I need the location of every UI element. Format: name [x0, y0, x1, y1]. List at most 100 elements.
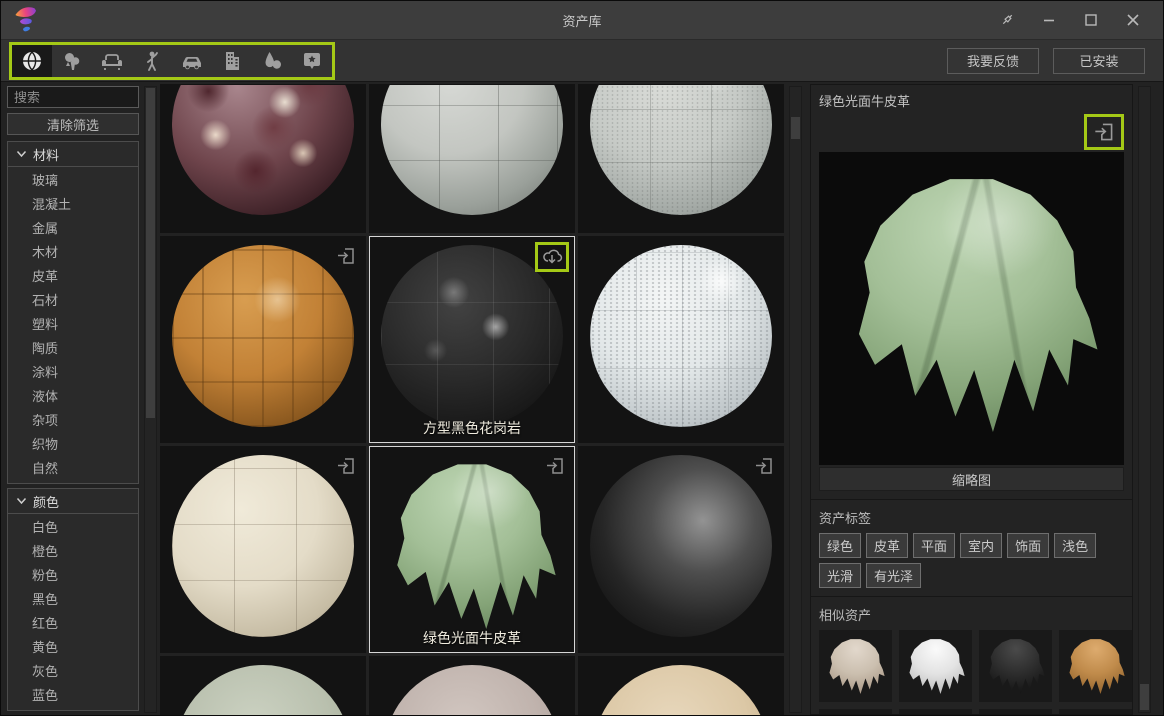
- sidebar-item-stone[interactable]: 石材: [8, 289, 138, 313]
- sidebar-scrollbar[interactable]: [144, 86, 157, 713]
- download-asset-icon-highlighted[interactable]: [535, 242, 569, 272]
- asset-tile-cream-tile[interactable]: [160, 446, 366, 653]
- asset-tile-beige-plaster[interactable]: [578, 656, 784, 715]
- similar-asset-tan-cloth[interactable]: [1059, 630, 1132, 702]
- category-primitives-drop-icon[interactable]: [252, 45, 292, 77]
- sidebar-item-liquid[interactable]: 液体: [8, 385, 138, 409]
- asset-tile-perforated-white[interactable]: [578, 236, 784, 443]
- search-input[interactable]: [7, 86, 139, 108]
- sidebar-scrollbar-thumb[interactable]: [146, 88, 155, 418]
- asset-tile-red-marble[interactable]: [160, 84, 366, 233]
- asset-tile-black-granite[interactable]: 方型黑色花岗岩: [369, 236, 575, 443]
- minimize-icon[interactable]: [1035, 7, 1063, 33]
- material-sphere: [381, 245, 563, 427]
- material-sphere: [172, 245, 354, 427]
- sidebar-item-misc[interactable]: 杂项: [8, 409, 138, 433]
- asset-tile-speckled-gray[interactable]: [578, 84, 784, 233]
- import-asset-icon[interactable]: [541, 452, 569, 480]
- chevron-down-icon: [16, 497, 27, 505]
- category-vehicle-car-icon[interactable]: [172, 45, 212, 77]
- sidebar-item-concrete[interactable]: 混凝土: [8, 193, 138, 217]
- material-sphere: [590, 245, 772, 427]
- tag-finish[interactable]: 饰面: [1007, 533, 1049, 558]
- import-asset-icon[interactable]: [332, 242, 360, 270]
- detail-scrollbar-thumb[interactable]: [1140, 684, 1149, 710]
- asset-tile-black-matte[interactable]: [578, 446, 784, 653]
- sidebar-item-plastic[interactable]: 塑料: [8, 313, 138, 337]
- asset-tile-label: 绿色光面牛皮革: [370, 628, 574, 648]
- similar-asset-brown-cloth[interactable]: [819, 709, 892, 715]
- close-icon[interactable]: [1119, 7, 1147, 33]
- tag-indoor[interactable]: 室内: [960, 533, 1002, 558]
- tag-glossy[interactable]: 有光泽: [866, 563, 921, 588]
- tags-heading: 资产标签: [819, 508, 1124, 527]
- similar-assets-grid: [819, 630, 1124, 715]
- category-character-person-icon[interactable]: [132, 45, 172, 77]
- asset-tile-sage-plaster[interactable]: [160, 656, 366, 715]
- similar-asset-beige-cloth[interactable]: [819, 630, 892, 702]
- color-items: 白色 橙色 粉色 黑色 红色 黄色 灰色 蓝色: [8, 514, 138, 710]
- similar-asset-yellow-cloth[interactable]: [979, 709, 1052, 715]
- sidebar-item-red[interactable]: 红色: [8, 612, 138, 636]
- sidebar-item-wood[interactable]: 木材: [8, 241, 138, 265]
- sidebar-item-nature[interactable]: 自然: [8, 457, 138, 481]
- similar-asset-rose-cloth[interactable]: [1059, 709, 1132, 715]
- category-building-icon[interactable]: [212, 45, 252, 77]
- sidebar-item-glass[interactable]: 玻璃: [8, 169, 138, 193]
- asset-tile-wood-parquet[interactable]: [160, 236, 366, 443]
- cloth-thumb: [1065, 638, 1127, 694]
- sidebar-item-white[interactable]: 白色: [8, 516, 138, 540]
- asset-tags: 绿色 皮革 平面 室内 饰面 浅色 光滑 有光泽: [819, 533, 1124, 588]
- feedback-button[interactable]: 我要反馈: [947, 48, 1039, 74]
- window-controls: [993, 7, 1163, 33]
- sidebar-item-orange[interactable]: 橙色: [8, 540, 138, 564]
- cloth-thumb: [985, 638, 1047, 694]
- tag-light[interactable]: 浅色: [1054, 533, 1096, 558]
- divider: [811, 499, 1132, 500]
- sidebar-item-leather[interactable]: 皮革: [8, 265, 138, 289]
- sidebar-item-black[interactable]: 黑色: [8, 588, 138, 612]
- sidebar-item-fabric[interactable]: 织物: [8, 433, 138, 457]
- sidebar-item-ceramic[interactable]: 陶质: [8, 337, 138, 361]
- category-materials-sphere-icon[interactable]: [12, 45, 52, 77]
- material-sphere: [590, 84, 772, 215]
- material-sphere: [172, 84, 354, 215]
- similar-asset-quilted-sphere[interactable]: [899, 709, 972, 715]
- material-section-header[interactable]: 材料: [8, 142, 138, 167]
- sidebar-item-metal[interactable]: 金属: [8, 217, 138, 241]
- color-section-header[interactable]: 颜色: [8, 489, 138, 514]
- asset-tile-mauve-plaster[interactable]: [369, 656, 575, 715]
- grid-scrollbar-thumb[interactable]: [791, 117, 800, 139]
- category-decal-icon[interactable]: [292, 45, 332, 77]
- sidebar-item-gray[interactable]: 灰色: [8, 660, 138, 684]
- import-asset-icon[interactable]: [750, 452, 778, 480]
- twinmotion-logo-icon: [9, 3, 43, 37]
- similar-asset-black-cloth[interactable]: [979, 630, 1052, 702]
- material-items: 玻璃 混凝土 金属 木材 皮革 石材 塑料 陶质 涂料 液体 杂项 织物 自然: [8, 167, 138, 483]
- asset-tile-gray-tile[interactable]: [369, 84, 575, 233]
- category-vegetation-tree-icon[interactable]: [52, 45, 92, 77]
- import-asset-icon[interactable]: [332, 452, 360, 480]
- maximize-icon[interactable]: [1077, 7, 1105, 33]
- sidebar-item-pink[interactable]: 粉色: [8, 564, 138, 588]
- asset-tile-green-leather-selected[interactable]: 绿色光面牛皮革: [369, 446, 575, 653]
- titlebar: 资产库: [1, 1, 1163, 39]
- import-asset-button-highlighted[interactable]: [1084, 114, 1124, 150]
- clear-filter-button[interactable]: 清除筛选: [7, 113, 139, 135]
- sidebar-item-blue[interactable]: 蓝色: [8, 684, 138, 708]
- pin-icon[interactable]: [993, 7, 1021, 33]
- sidebar-item-yellow[interactable]: 黄色: [8, 636, 138, 660]
- thumbnail-caption: 缩略图: [819, 467, 1124, 491]
- material-sphere: [593, 665, 769, 715]
- installed-button[interactable]: 已安装: [1053, 48, 1145, 74]
- grid-scrollbar[interactable]: [789, 86, 802, 713]
- category-furniture-sofa-icon[interactable]: [92, 45, 132, 77]
- tag-green[interactable]: 绿色: [819, 533, 861, 558]
- tag-smooth[interactable]: 光滑: [819, 563, 861, 588]
- tag-leather[interactable]: 皮革: [866, 533, 908, 558]
- window-title: 资产库: [1, 11, 1163, 30]
- sidebar-item-paint[interactable]: 涂料: [8, 361, 138, 385]
- detail-scrollbar[interactable]: [1138, 86, 1151, 713]
- tag-flat[interactable]: 平面: [913, 533, 955, 558]
- similar-asset-white-cloth[interactable]: [899, 630, 972, 702]
